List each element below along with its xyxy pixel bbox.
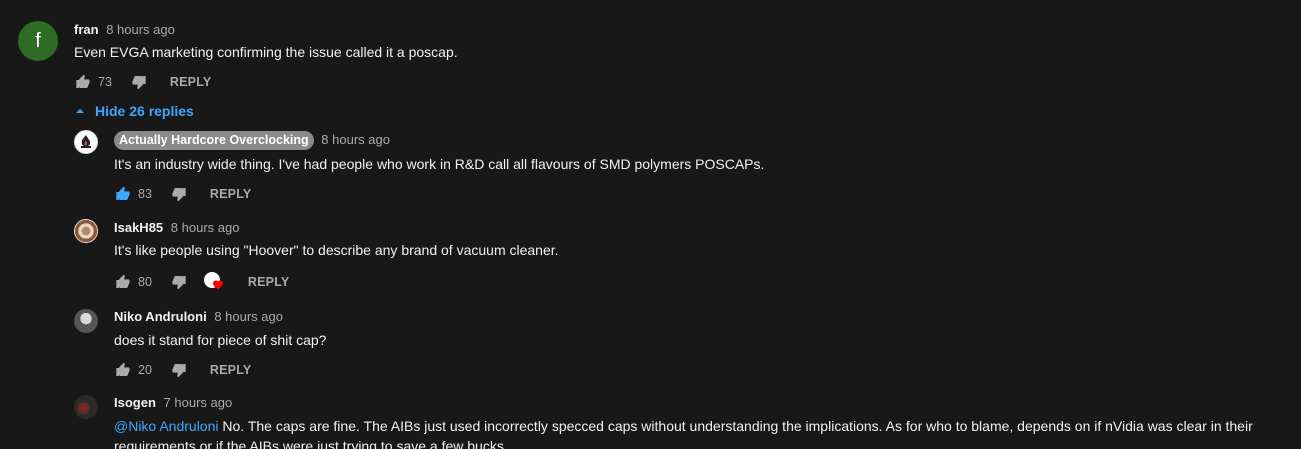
comment-header: IsakH85 8 hours ago: [114, 219, 239, 237]
reply-button[interactable]: REPLY: [248, 275, 290, 289]
author-name[interactable]: Actually Hardcore Overclocking: [114, 131, 314, 150]
like-button[interactable]: [74, 73, 92, 91]
like-count: 80: [138, 275, 152, 289]
like-count: 20: [138, 363, 152, 377]
thumb-up-icon: [116, 274, 130, 288]
author-name[interactable]: IsakH85: [114, 220, 163, 235]
reply-button[interactable]: REPLY: [170, 75, 212, 89]
comment-text: does it stand for piece of shit cap?: [114, 332, 327, 348]
mention-link[interactable]: @Niko Andruloni: [114, 418, 219, 434]
timestamp[interactable]: 8 hours ago: [214, 309, 283, 324]
comment-text: It's like people using "Hoover" to descr…: [114, 242, 559, 258]
comment-header: Actually Hardcore Overclocking 8 hours a…: [114, 131, 390, 150]
dislike-button[interactable]: [170, 361, 188, 379]
timestamp[interactable]: 7 hours ago: [164, 395, 233, 410]
timestamp[interactable]: 8 hours ago: [106, 22, 175, 37]
comment-header: Isogen 7 hours ago: [114, 394, 232, 412]
comment-text: Even EVGA marketing confirming the issue…: [74, 44, 458, 60]
reply-button[interactable]: REPLY: [210, 363, 252, 377]
comment-actions: 83 REPLY: [114, 184, 251, 204]
dislike-button[interactable]: [170, 273, 188, 291]
author-name[interactable]: Isogen: [114, 395, 156, 410]
like-button[interactable]: [114, 185, 132, 203]
thumb-up-icon: [116, 186, 130, 200]
creator-heart[interactable]: [203, 272, 226, 292]
like-button[interactable]: [114, 273, 132, 291]
comment-thread: f fran 8 hours ago Even EVGA marketing c…: [0, 0, 1301, 449]
thumb-up-icon: [76, 74, 90, 88]
comment-text-line1: No. The caps are fine. The AIBs just use…: [218, 418, 1253, 434]
thumb-up-icon: [116, 362, 130, 376]
author-name[interactable]: Niko Andruloni: [114, 309, 207, 324]
hide-replies-label: Hide 26 replies: [95, 103, 194, 119]
avatar[interactable]: [74, 395, 98, 419]
avatar-letter: f: [35, 29, 41, 52]
comment-text: It's an industry wide thing. I've had pe…: [114, 156, 765, 172]
comment-actions: 73 REPLY: [74, 72, 211, 92]
dislike-button[interactable]: [130, 73, 148, 91]
comment-actions: 80 REPLY: [114, 272, 289, 292]
dislike-button[interactable]: [170, 185, 188, 203]
avatar[interactable]: [74, 219, 98, 243]
timestamp[interactable]: 8 hours ago: [321, 132, 390, 147]
comment-header: Niko Andruloni 8 hours ago: [114, 308, 283, 326]
thumb-down-icon: [172, 364, 186, 378]
avatar[interactable]: [74, 130, 98, 154]
thumb-down-icon: [132, 76, 146, 90]
reply-button[interactable]: REPLY: [210, 187, 252, 201]
author-name[interactable]: fran: [74, 22, 99, 37]
comment-text: @Niko Andruloni No. The caps are fine. T…: [114, 416, 1253, 436]
thumb-down-icon: [172, 276, 186, 290]
like-count: 73: [98, 75, 112, 89]
avatar[interactable]: [74, 309, 98, 333]
comment-actions: 20 REPLY: [114, 360, 251, 380]
like-button[interactable]: [114, 361, 132, 379]
thumb-down-icon: [172, 188, 186, 202]
comment-text-line2: requirements or if the AIBs were just tr…: [114, 438, 508, 449]
chevron-up-icon: [74, 105, 86, 117]
timestamp[interactable]: 8 hours ago: [171, 220, 240, 235]
avatar[interactable]: f: [18, 21, 58, 61]
comment-header: fran 8 hours ago: [74, 21, 175, 39]
like-count: 83: [138, 187, 152, 201]
flame-logo-icon: [81, 135, 91, 148]
hide-replies-toggle[interactable]: Hide 26 replies: [74, 101, 194, 121]
heart-icon: [212, 280, 223, 290]
